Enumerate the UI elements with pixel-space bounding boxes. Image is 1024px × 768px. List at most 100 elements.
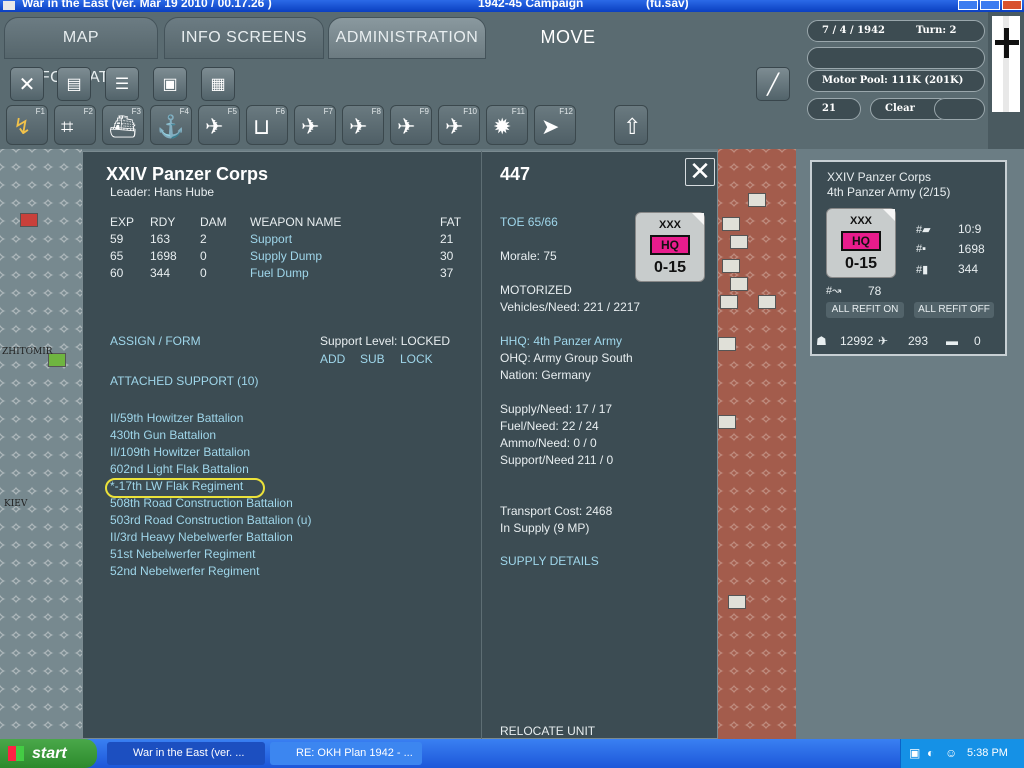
- hq-counter: XXX HQ 0-15: [635, 212, 705, 282]
- list-item[interactable]: 508th Road Construction Battalion: [110, 496, 293, 510]
- summary-guns: 1698: [958, 242, 985, 256]
- fuel-need-text: Fuel/Need: 22 / 24: [500, 419, 599, 433]
- tab-move[interactable]: MOVE: [490, 17, 646, 59]
- f10-transfer-button[interactable]: ✈ F10: [438, 105, 480, 145]
- f7-airstrike-button[interactable]: ✈ F7: [294, 105, 336, 145]
- map-unit-counter[interactable]: [748, 193, 766, 207]
- f11-label: F11: [511, 107, 525, 116]
- add-link[interactable]: ADD: [320, 352, 345, 366]
- tab-info-screens[interactable]: INFO SCREENS: [164, 17, 324, 59]
- maximize-button[interactable]: [980, 0, 1000, 10]
- f2-rail-button[interactable]: ⌗ F2: [54, 105, 96, 145]
- summary-moves: 78: [868, 284, 882, 298]
- cell-dam: 0: [200, 266, 207, 280]
- relocate-unit-link[interactable]: RELOCATE UNIT: [500, 724, 595, 738]
- taskbar-item-browser[interactable]: RE: OKH Plan 1942 - ...: [270, 742, 422, 765]
- floppy-icon: ▣: [162, 76, 178, 93]
- f9-paradrop-button[interactable]: ✈ F9: [390, 105, 432, 145]
- supply-details-link[interactable]: SUPPLY DETAILS: [500, 554, 599, 568]
- airstrike-icon: ✈: [301, 114, 320, 139]
- unit-summary-box[interactable]: XXIV Panzer Corps 4th Panzer Army (2/15)…: [810, 160, 1007, 356]
- save-button[interactable]: ▣: [153, 67, 187, 101]
- f7-label: F7: [323, 107, 333, 116]
- attached-support-heading[interactable]: ATTACHED SUPPORT (10): [110, 374, 258, 388]
- list-item[interactable]: II/59th Howitzer Battalion: [110, 411, 243, 425]
- f11-combat-button[interactable]: ✹ F11: [486, 105, 528, 145]
- plane-icon: ✈: [878, 334, 889, 348]
- list-item[interactable]: 503rd Road Construction Battalion (u): [110, 513, 311, 527]
- f12-next-button[interactable]: ➤ F12: [534, 105, 576, 145]
- map-unit-counter[interactable]: [730, 277, 748, 291]
- cell-dam: 0: [200, 249, 207, 263]
- minimize-button[interactable]: [958, 0, 978, 10]
- list-item[interactable]: 430th Gun Battalion: [110, 428, 216, 442]
- all-refit-on-button[interactable]: ALL REFIT ON: [826, 302, 904, 318]
- assign-form-link[interactable]: ASSIGN / FORM: [110, 334, 201, 348]
- f6-label: F6: [275, 107, 285, 116]
- f5-air-button[interactable]: ✈ F5: [198, 105, 240, 145]
- lock-link[interactable]: LOCK: [400, 352, 433, 366]
- list-button[interactable]: ☰: [105, 67, 139, 101]
- summary-unit-name: XXIV Panzer Corps: [827, 170, 932, 184]
- function-key-row: ↯ F1 ⌗ F2 ⛴ F3 ⚓ F4 ✈ F5 ⊔ F6 ✈ F7 ✈ F8 ✈ F9 ✈ F10…: [0, 103, 800, 147]
- f8-bomb-button[interactable]: ✈ F8: [342, 105, 384, 145]
- in-supply-text: In Supply (9 MP): [500, 521, 590, 535]
- tab-administration[interactable]: ADMINISTRATION: [328, 17, 486, 59]
- list-item[interactable]: 51st Nebelwerfer Regiment: [110, 547, 255, 561]
- sub-link[interactable]: SUB: [360, 352, 385, 366]
- support-level: Support Level: LOCKED: [320, 334, 451, 348]
- cell-weapon-name[interactable]: Fuel Dump: [250, 266, 309, 280]
- sound-icon[interactable]: ◐: [927, 746, 934, 760]
- fort-icon: ⊔: [253, 114, 271, 139]
- date-text: 7 / 4 / 1942: [822, 25, 885, 36]
- map-unit-counter[interactable]: [722, 217, 740, 231]
- cell-weapon-name[interactable]: Support: [250, 232, 292, 246]
- all-refit-off-button[interactable]: ALL REFIT OFF: [914, 302, 994, 318]
- taskbar-item-game[interactable]: War in the East (ver. ...: [107, 742, 265, 765]
- start-button[interactable]: start: [0, 739, 97, 768]
- map-unit-counter[interactable]: [730, 235, 748, 249]
- selection-highlight: [105, 478, 265, 498]
- messenger-icon[interactable]: ☺: [945, 746, 957, 760]
- map-unit-counter[interactable]: [720, 295, 738, 309]
- network-icon[interactable]: ▣: [909, 746, 920, 760]
- morale-text: Morale: 75: [500, 249, 557, 263]
- list-item[interactable]: 602nd Light Flak Battalion: [110, 462, 249, 476]
- f4-sea-button[interactable]: ⚓ F4: [150, 105, 192, 145]
- support-need-text: Support/Need 211 / 0: [500, 453, 614, 467]
- f9-label: F9: [419, 107, 429, 116]
- header-weapon-name: WEAPON NAME: [250, 215, 342, 229]
- f1-move-button[interactable]: ↯ F1: [6, 105, 48, 145]
- close-panel-button[interactable]: ✕: [685, 158, 715, 186]
- map-unit-counter[interactable]: [20, 213, 38, 227]
- map-unit-counter[interactable]: [722, 259, 740, 273]
- ammo-icon: #▮: [916, 264, 929, 276]
- hhq-link[interactable]: HHQ: 4th Panzer Army: [500, 334, 622, 348]
- toe-link[interactable]: TOE 65/66: [500, 215, 558, 229]
- map-hex-left[interactable]: [0, 149, 82, 739]
- clock[interactable]: 5:38 PM: [967, 747, 1008, 759]
- list-item[interactable]: II/3rd Heavy Nebelwerfer Battalion: [110, 530, 293, 544]
- cell-fat: 37: [440, 266, 454, 280]
- end-turn-button[interactable]: ╱: [756, 67, 790, 101]
- f3-naval-button[interactable]: ⛴ F3: [102, 105, 144, 145]
- unit-leader[interactable]: Leader: Hans Hube: [110, 185, 214, 199]
- cell-weapon-name[interactable]: Supply Dump: [250, 249, 322, 263]
- map-unit-counter[interactable]: [718, 337, 736, 351]
- close-window-button[interactable]: [1002, 0, 1022, 10]
- map-unit-counter[interactable]: [728, 595, 746, 609]
- map-unit-counter[interactable]: [758, 295, 776, 309]
- list-item[interactable]: II/109th Howitzer Battalion: [110, 445, 250, 459]
- grid-button[interactable]: ▦: [201, 67, 235, 101]
- report-button[interactable]: ▤: [57, 67, 91, 101]
- cross-horizontal: [995, 40, 1019, 45]
- map-unit-counter[interactable]: [718, 415, 736, 429]
- list-item[interactable]: 52nd Nebelwerfer Regiment: [110, 564, 259, 578]
- f1-label: F1: [35, 107, 45, 116]
- parachute-icon: ✈: [397, 114, 416, 139]
- up-button[interactable]: ⇧: [614, 105, 648, 145]
- tab-map-information[interactable]: MAP INFORMATION: [4, 17, 158, 86]
- cancel-button[interactable]: ✕: [10, 67, 44, 101]
- explosion-icon: ✹: [493, 114, 512, 139]
- f6-fort-button[interactable]: ⊔ F6: [246, 105, 288, 145]
